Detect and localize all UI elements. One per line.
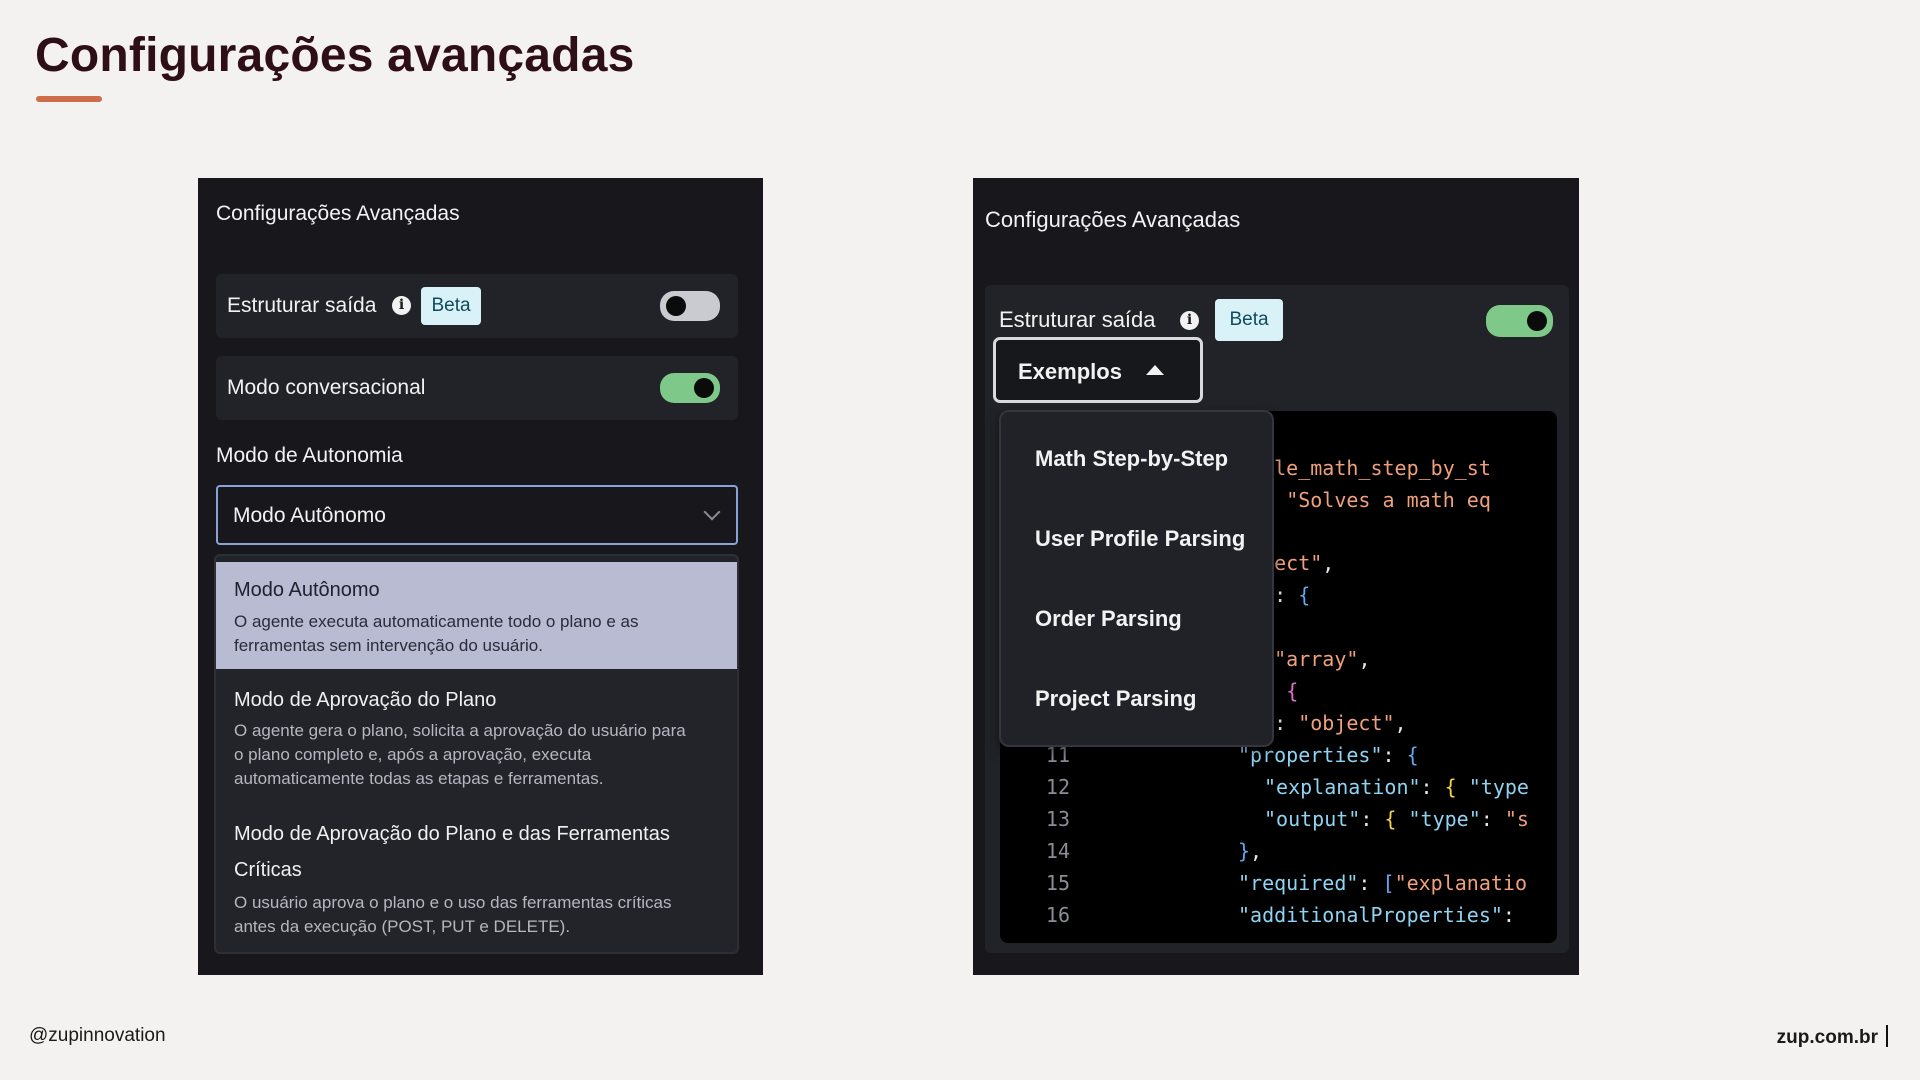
conversational-toggle[interactable] [660,373,720,403]
structure-output-row: Estruturar saída i Beta [216,274,738,338]
footer-website: zup.com.br [1777,1025,1888,1049]
menu-item-order-parsing[interactable]: Order Parsing [1035,606,1182,632]
autonomy-options-list: Modo Autônomo O agente executa automatic… [214,554,739,954]
option-plan-approval[interactable]: Modo de Aprovação do Plano O agente gera… [216,671,737,801]
info-icon[interactable]: i [1180,311,1199,330]
code-line: 16 "additionalProperties": [1045,903,1515,927]
code-line: 14}, [1045,839,1263,863]
menu-item-user-profile-parsing[interactable]: User Profile Parsing [1035,526,1245,552]
structure-output-toggle[interactable] [660,291,720,321]
menu-item-project-parsing[interactable]: Project Parsing [1035,686,1196,712]
chevron-down-icon [703,503,721,521]
code-line: ample_math_step_by_st [1238,456,1491,480]
panel-title: Configurações Avançadas [985,207,1241,232]
slide-title: Configurações avançadas [35,29,635,82]
footer-handle: @zupinnovation [29,1025,166,1046]
option-autonomous[interactable]: Modo Autônomo O agente executa automatic… [216,562,737,669]
conversational-label: Modo conversacional [227,376,426,399]
option-desc-line: O usuário aprova o plano e o uso das fer… [234,893,672,912]
code-line: 12 "explanation": { "type [1045,775,1529,799]
conversational-row: Modo conversacional [216,356,738,420]
footer-website-text: zup.com.br [1776,1027,1878,1048]
structure-output-toggle[interactable] [1486,305,1553,337]
option-desc-line: O agente gera o plano, solicita a aprova… [234,721,686,740]
panel-title: Configurações Avançadas [216,202,460,225]
left-settings-panel: Configurações Avançadas Estruturar saída… [198,178,763,975]
autonomy-label: Modo de Autonomia [216,444,403,467]
code-line: n": "Solves a math eq [1238,488,1491,512]
option-title: Modo de Aprovação do Plano [234,689,497,711]
structure-output-label: Estruturar saída [999,307,1156,332]
option-desc-line: antes da execução (POST, PUT e DELETE). [234,917,571,936]
option-desc-line: O agente executa automaticamente todo o … [234,612,639,631]
examples-label: Exemplos [1018,359,1122,384]
autonomy-select-value: Modo Autônomo [233,504,386,527]
option-plan-and-tools-approval[interactable]: Modo de Aprovação do Plano e das Ferrame… [216,803,737,952]
option-title: Modo Autônomo [234,579,380,601]
option-title-line2: Críticas [234,859,302,881]
info-icon[interactable]: i [392,296,411,315]
caret-up-icon [1146,365,1164,375]
option-desc-line: ferramentas sem intervenção do usuário. [234,636,543,655]
option-desc-line: automaticamente todas as etapas e ferram… [234,769,604,788]
option-desc-line: o plano completo e, após a aprovação, ex… [234,745,592,764]
title-underline [36,96,102,102]
examples-menu: Math Step-by-Step User Profile Parsing O… [999,410,1274,747]
autonomy-select[interactable]: Modo Autônomo [216,485,738,545]
option-title: Modo de Aprovação do Plano e das Ferrame… [234,823,670,845]
code-line: 13 "output": { "type": "s [1045,807,1529,831]
beta-badge: Beta [421,287,481,325]
menu-item-math-step-by-step[interactable]: Math Step-by-Step [1035,446,1228,472]
footer-divider [1886,1025,1888,1047]
code-line: 15 "required": ["explanatio [1045,871,1528,895]
beta-badge: Beta [1215,299,1283,341]
right-settings-panel: Configurações Avançadas Estruturar saída… [973,178,1579,975]
examples-button[interactable]: Exemplos [993,337,1203,403]
structure-output-label: Estruturar saída [227,294,377,317]
